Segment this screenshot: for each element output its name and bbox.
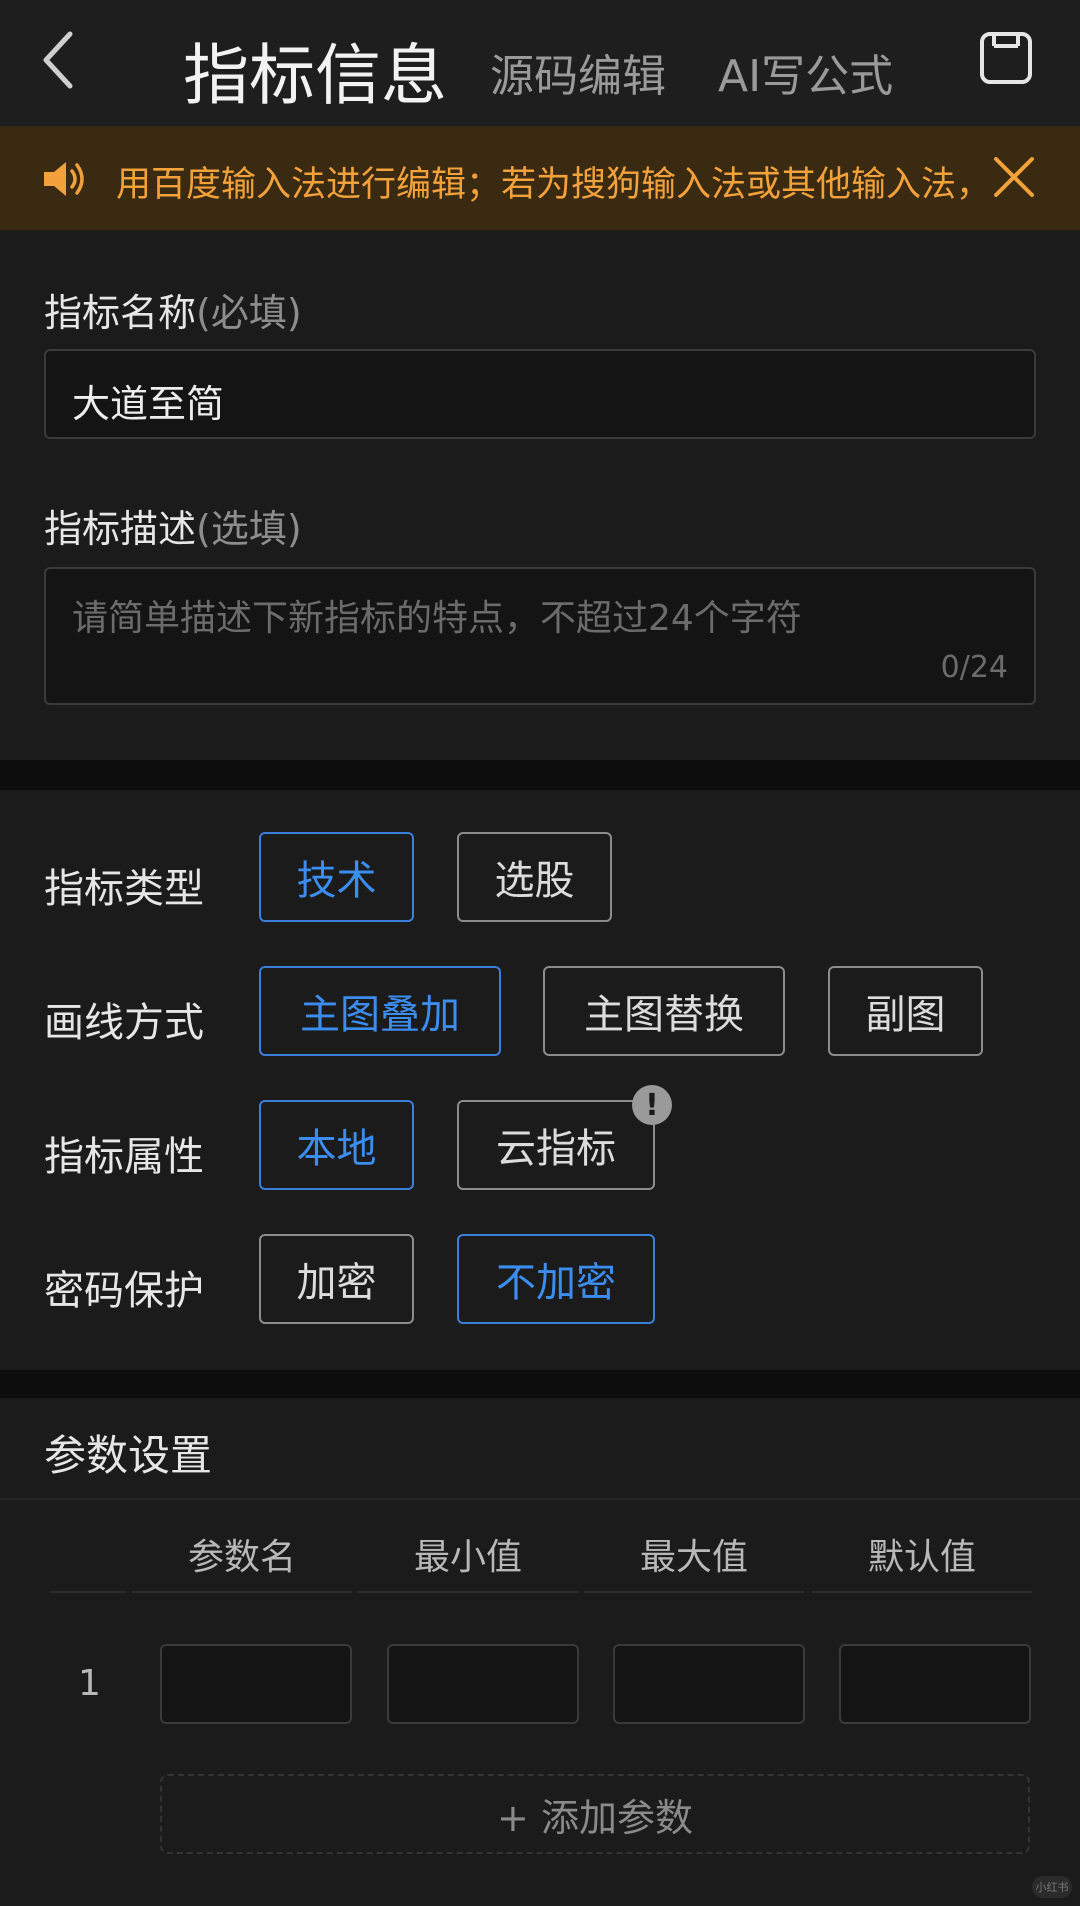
name-label-hint: (必填)	[196, 291, 302, 335]
param-row-index: 1	[78, 1663, 101, 1704]
column-header-max: 最大值	[639, 1537, 748, 1578]
draw-option-main-replace[interactable]: 主图替换	[543, 966, 785, 1056]
column-divider	[50, 1591, 126, 1593]
alert-icon[interactable]: !	[632, 1085, 672, 1125]
tab-ai-formula[interactable]: AI写公式	[718, 40, 893, 104]
draw-option-main-overlay[interactable]: 主图叠加	[259, 966, 501, 1056]
basic-info-card: 指标名称(必填) 大道至简 指标描述(选填) 请简单描述下新指标的特点，不超过2…	[0, 230, 1080, 760]
type-option-tech[interactable]: 技术	[259, 832, 414, 922]
watermark: 小红书	[1032, 1876, 1072, 1898]
password-option-encrypt[interactable]: 加密	[259, 1234, 414, 1324]
add-param-button[interactable]: + 添加参数	[160, 1774, 1030, 1854]
password-label: 密码保护	[44, 1268, 204, 1314]
notice-bar: 用百度输入法进行编辑；若为搜狗输入法或其他输入法，	[0, 126, 1080, 230]
save-icon	[980, 32, 1032, 84]
type-option-stock-pick[interactable]: 选股	[457, 832, 612, 922]
notice-text: 用百度输入法进行编辑；若为搜狗输入法或其他输入法，	[116, 165, 992, 205]
speaker-icon	[40, 154, 90, 204]
chevron-left-icon	[43, 31, 73, 89]
save-button[interactable]	[978, 30, 1034, 86]
param-default-input[interactable]	[839, 1644, 1031, 1724]
param-name-input[interactable]	[160, 1644, 352, 1724]
column-header-name: 参数名	[187, 1537, 296, 1578]
column-divider	[584, 1591, 804, 1593]
attribute-option-local[interactable]: 本地	[259, 1100, 414, 1190]
description-label: 指标描述(选填)	[44, 498, 302, 553]
draw-option-sub-chart[interactable]: 副图	[828, 966, 983, 1056]
param-max-input[interactable]	[613, 1644, 805, 1724]
password-option-no-encrypt[interactable]: 不加密	[457, 1234, 655, 1324]
character-counter: 0/24	[940, 650, 1008, 685]
attribute-label: 指标属性	[44, 1134, 204, 1180]
name-input-value: 大道至简	[72, 382, 225, 426]
params-divider	[0, 1498, 1080, 1500]
top-bar: 指标信息 源码编辑 AI写公式	[0, 0, 1080, 126]
params-card: 参数设置 参数名 最小值 最大值 默认值 1 + 添加参数	[0, 1398, 1080, 1906]
name-input[interactable]: 大道至简	[44, 349, 1036, 439]
column-header-min: 最小值	[413, 1537, 522, 1578]
description-input[interactable]: 请简单描述下新指标的特点，不超过24个字符 0/24	[44, 567, 1036, 705]
description-placeholder: 请简单描述下新指标的特点，不超过24个字符	[72, 598, 802, 639]
type-label: 指标类型	[44, 866, 204, 912]
column-divider	[812, 1591, 1032, 1593]
tab-source-edit[interactable]: 源码编辑	[490, 40, 666, 104]
column-divider	[132, 1591, 352, 1593]
description-label-hint: (选填)	[196, 507, 302, 551]
options-card: 指标类型 技术 选股 画线方式 主图叠加 主图替换 副图 指标属性 本地 云指标…	[0, 790, 1080, 1370]
attribute-option-cloud[interactable]: 云指标	[457, 1100, 655, 1190]
name-label-text: 指标名称	[44, 291, 197, 335]
param-min-input[interactable]	[387, 1644, 579, 1724]
name-label: 指标名称(必填)	[44, 282, 302, 337]
column-divider	[358, 1591, 578, 1593]
close-icon	[994, 157, 1034, 197]
params-title: 参数设置	[44, 1431, 213, 1480]
draw-mode-label: 画线方式	[44, 1000, 204, 1046]
notice-close-button[interactable]	[992, 155, 1036, 199]
column-header-default: 默认值	[867, 1537, 976, 1578]
back-button[interactable]	[30, 20, 90, 100]
tab-indicator-info[interactable]: 指标信息	[183, 22, 447, 118]
description-label-text: 指标描述	[44, 507, 197, 551]
